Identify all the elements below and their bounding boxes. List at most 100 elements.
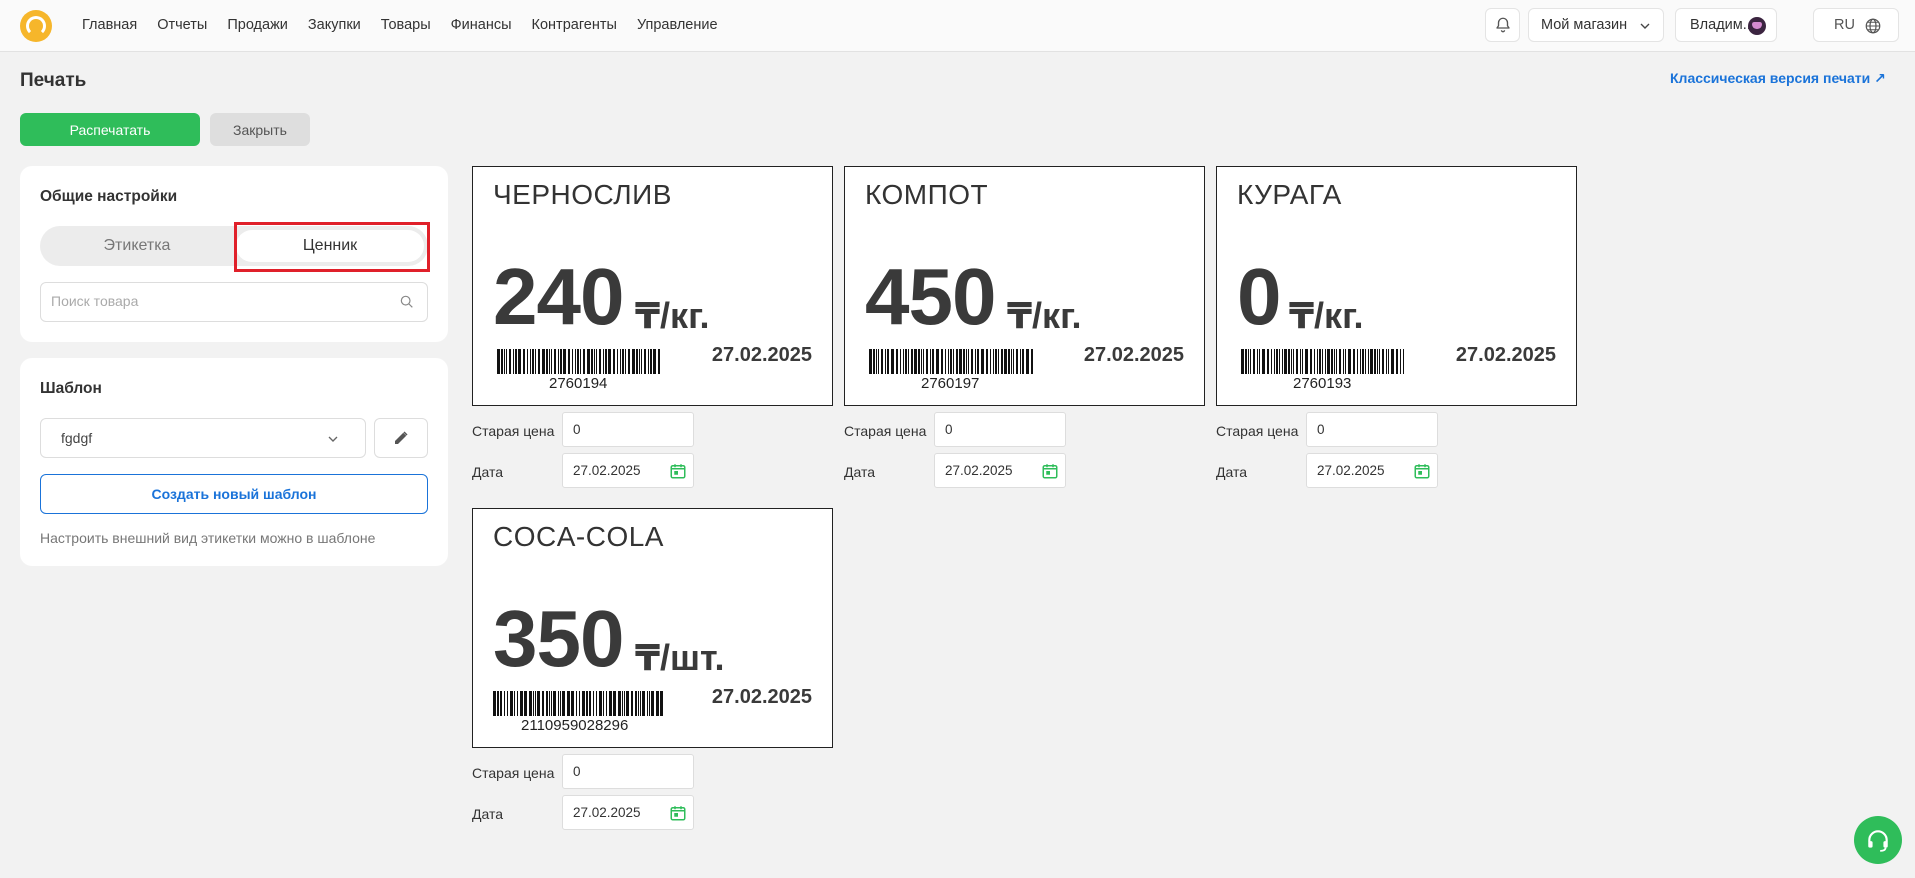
tag-product-name: КОМПОТ xyxy=(865,179,989,210)
price-tag: COCA-COLA 350 ₸/шт. 2110959028296 27.02.… xyxy=(472,508,833,748)
nav-item-home[interactable]: Главная xyxy=(82,17,137,33)
close-button[interactable]: Закрыть xyxy=(210,113,310,146)
calendar-icon[interactable] xyxy=(1413,462,1431,480)
nav-item-contractors[interactable]: Контрагенты xyxy=(532,17,617,33)
shop-label: Мой магазин xyxy=(1541,17,1628,33)
tag-barcode-number: 2760193 xyxy=(1293,375,1352,392)
language-label: RU xyxy=(1834,17,1855,33)
date-row: Дата 27.02.2025 xyxy=(1216,453,1577,494)
price-tag-card: КУРАГА 0 ₸/кг. 2760193 27.02.2025 Старая… xyxy=(1216,166,1577,494)
old-price-label: Старая цена xyxy=(1216,423,1299,439)
date-value: 27.02.2025 xyxy=(573,805,641,820)
old-price-label: Старая цена xyxy=(472,765,555,781)
date-input[interactable]: 27.02.2025 xyxy=(562,795,694,830)
template-selected-value: fgdgf xyxy=(61,430,93,446)
search-input[interactable] xyxy=(51,293,391,309)
tag-product-name: COCA-COLA xyxy=(493,521,664,552)
tag-price: 350 xyxy=(493,594,624,683)
tag-price: 0 xyxy=(1237,252,1281,341)
price-tag-card: ЧЕРНОСЛИВ 240 ₸/кг. 2760194 27.02.2025 С… xyxy=(472,166,833,494)
date-row: Дата 27.02.2025 xyxy=(472,795,833,836)
price-tag: ЧЕРНОСЛИВ 240 ₸/кг. 2760194 27.02.2025 xyxy=(472,166,833,406)
date-value: 27.02.2025 xyxy=(573,463,641,478)
old-price-row: Старая цена 0 xyxy=(472,754,833,795)
barcode xyxy=(497,349,660,374)
nav-item-management[interactable]: Управление xyxy=(637,17,718,33)
tag-barcode-number: 2760194 xyxy=(549,375,608,392)
old-price-label: Старая цена xyxy=(844,423,927,439)
tag-barcode-number: 2760197 xyxy=(921,375,980,392)
selection-highlight xyxy=(234,222,430,272)
old-price-input[interactable]: 0 xyxy=(562,754,694,789)
user-menu-button[interactable]: Владим... xyxy=(1675,8,1777,42)
calendar-icon[interactable] xyxy=(669,462,687,480)
main-nav: Главная Отчеты Продажи Закупки Товары Фи… xyxy=(82,17,738,33)
price-tag: КОМПОТ 450 ₸/кг. 2760197 27.02.2025 xyxy=(844,166,1205,406)
barcode xyxy=(869,349,1033,374)
tag-product-name: ЧЕРНОСЛИВ xyxy=(493,179,672,210)
date-value: 27.02.2025 xyxy=(1317,463,1385,478)
tag-date: 27.02.2025 xyxy=(711,344,812,366)
template-panel: Шаблон fgdgf Создать новый шаблон Настро… xyxy=(20,358,448,566)
shop-selector[interactable]: Мой магазин xyxy=(1528,8,1664,42)
language-selector[interactable]: RU xyxy=(1813,8,1899,42)
tag-unit: ₸/кг. xyxy=(1289,295,1364,336)
old-price-row: Старая цена 0 xyxy=(472,412,833,453)
logo-icon[interactable] xyxy=(20,10,52,42)
chevron-down-icon xyxy=(1640,23,1650,29)
nav-item-products[interactable]: Товары xyxy=(381,17,431,33)
edit-template-button[interactable] xyxy=(374,418,428,458)
support-chat-button[interactable] xyxy=(1854,816,1902,864)
tag-date: 27.02.2025 xyxy=(1083,344,1184,366)
date-input[interactable]: 27.02.2025 xyxy=(934,453,1066,488)
general-settings-panel: Общие настройки Этикетка Ценник xyxy=(20,166,448,342)
barcode xyxy=(1241,349,1404,374)
product-search-field xyxy=(40,282,428,322)
date-label: Дата xyxy=(844,464,876,480)
classic-print-link[interactable]: Классическая версия печати ↗ xyxy=(1670,70,1886,87)
template-select[interactable]: fgdgf xyxy=(40,418,366,458)
general-settings-title: Общие настройки xyxy=(40,188,178,205)
price-tag-card: КОМПОТ 450 ₸/кг. 2760197 27.02.2025 Стар… xyxy=(844,166,1205,494)
globe-icon xyxy=(1865,18,1881,34)
date-row: Дата 27.02.2025 xyxy=(844,453,1205,494)
tag-price: 240 xyxy=(493,252,624,341)
tag-unit: ₸/шт. xyxy=(635,637,725,678)
barcode xyxy=(493,691,663,716)
date-row: Дата 27.02.2025 xyxy=(472,453,833,494)
tag-date: 27.02.2025 xyxy=(711,686,812,708)
date-label: Дата xyxy=(472,464,504,480)
top-bar: Главная Отчеты Продажи Закупки Товары Фи… xyxy=(0,0,1915,52)
avatar xyxy=(1748,17,1766,35)
user-name: Владим... xyxy=(1690,17,1755,33)
bell-icon xyxy=(1495,17,1510,33)
headset-icon xyxy=(1868,830,1888,852)
calendar-icon[interactable] xyxy=(669,804,687,822)
nav-item-reports[interactable]: Отчеты xyxy=(157,17,207,33)
print-button[interactable]: Распечатать xyxy=(20,113,200,146)
tag-unit: ₸/кг. xyxy=(1007,295,1082,336)
calendar-icon[interactable] xyxy=(1041,462,1059,480)
old-price-label: Старая цена xyxy=(472,423,555,439)
price-tag: КУРАГА 0 ₸/кг. 2760193 27.02.2025 xyxy=(1216,166,1577,406)
create-template-button[interactable]: Создать новый шаблон xyxy=(40,474,428,514)
date-input[interactable]: 27.02.2025 xyxy=(1306,453,1438,488)
tag-product-name: КУРАГА xyxy=(1237,179,1342,210)
notifications-button[interactable] xyxy=(1485,8,1520,42)
nav-item-sales[interactable]: Продажи xyxy=(227,17,288,33)
tag-barcode-number: 2110959028296 xyxy=(521,717,629,734)
old-price-row: Старая цена 0 xyxy=(844,412,1205,453)
tag-unit: ₸/кг. xyxy=(635,295,710,336)
nav-item-finance[interactable]: Финансы xyxy=(451,17,512,33)
old-price-row: Старая цена 0 xyxy=(1216,412,1577,453)
date-input[interactable]: 27.02.2025 xyxy=(562,453,694,488)
chevron-down-icon xyxy=(328,436,338,442)
date-value: 27.02.2025 xyxy=(945,463,1013,478)
old-price-input[interactable]: 0 xyxy=(934,412,1066,447)
old-price-input[interactable]: 0 xyxy=(1306,412,1438,447)
old-price-input[interactable]: 0 xyxy=(562,412,694,447)
template-hint: Настроить внешний вид этикетки можно в ш… xyxy=(40,530,376,546)
tab-label[interactable]: Этикетка xyxy=(40,226,234,266)
search-icon xyxy=(400,295,413,308)
nav-item-purchases[interactable]: Закупки xyxy=(308,17,361,33)
